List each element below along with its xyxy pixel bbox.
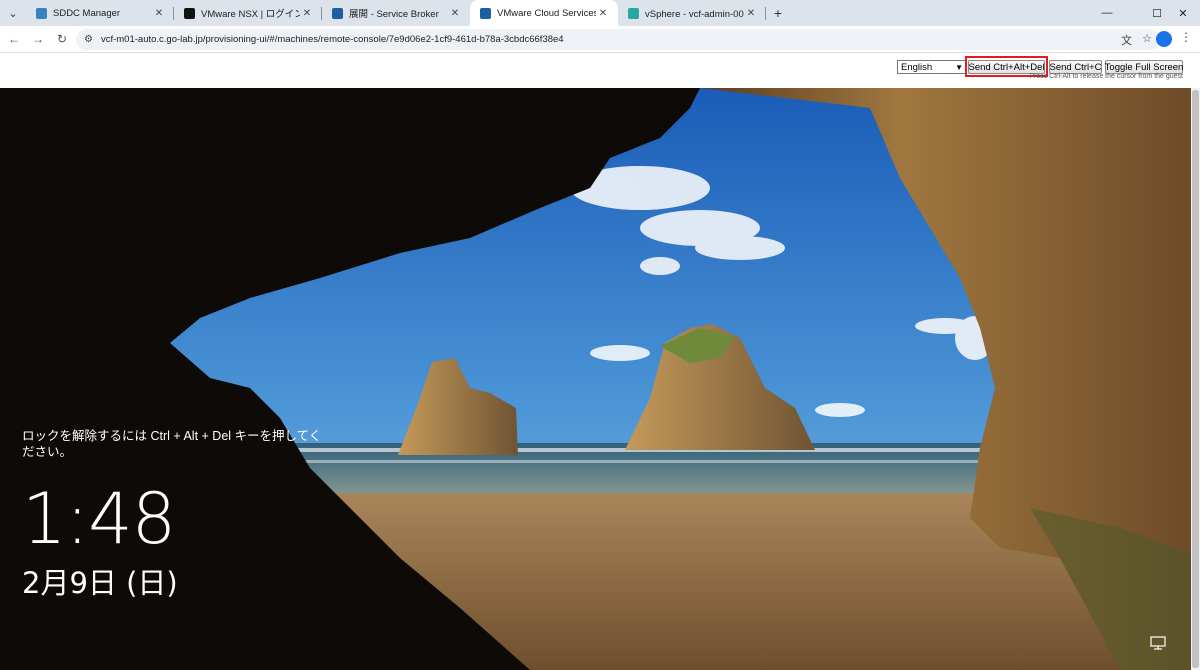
tab-favicon-icon — [36, 7, 47, 19]
lockscreen-date: 2月9日 (日) — [22, 566, 178, 600]
language-selected-value: English — [901, 61, 933, 73]
tab-separator — [765, 7, 766, 20]
lockscreen-time: 1:48 — [22, 478, 176, 560]
chevron-down-icon: ▼ — [955, 62, 963, 72]
tab-title: 展開 - Service Broker — [349, 9, 439, 20]
translate-icon[interactable]: 文 — [1121, 32, 1132, 48]
address-bar: ← → ↻ ⚙ vcf-m01-auto.c.go-lab.jp/provisi… — [0, 26, 1200, 53]
browser-tab-bar: ⌄ SDDC Manager ✕ VMware NSX | ログイン ✕ 展開 - Se… — [0, 0, 1200, 26]
browser-menu-icon[interactable]: ⋮ — [1180, 30, 1192, 44]
tab-close-icon[interactable]: ✕ — [152, 8, 166, 19]
tab-close-icon[interactable]: ✕ — [596, 8, 610, 19]
new-tab-button[interactable]: + — [766, 0, 790, 26]
tab-title: vSphere - vcf-admin-005 - サマ — [645, 9, 744, 20]
scrollbar-thumb[interactable] — [1192, 90, 1199, 668]
keyboard-language-select[interactable]: English ▼ — [897, 60, 967, 74]
console-scrollbar[interactable] — [1191, 88, 1200, 670]
browser-tab[interactable]: VMware Cloud Services ✕ — [470, 0, 618, 26]
site-info-icon[interactable]: ⚙ — [84, 34, 93, 45]
tab-favicon-icon — [480, 7, 491, 19]
browser-tab[interactable]: VMware NSX | ログイン ✕ — [174, 0, 322, 26]
browser-tab[interactable]: 展開 - Service Broker ✕ — [322, 0, 470, 26]
tab-title: VMware NSX | ログイン — [201, 9, 300, 20]
tab-favicon-icon — [628, 7, 639, 19]
browser-tab[interactable]: SDDC Manager ✕ — [26, 0, 174, 26]
tab-title: SDDC Manager — [53, 7, 121, 19]
tab-close-icon[interactable]: ✕ — [744, 8, 758, 19]
profile-avatar-icon[interactable] — [1156, 31, 1172, 47]
lockscreen-wallpaper — [0, 88, 1200, 670]
tab-title: VMware Cloud Services — [497, 7, 596, 19]
network-status-icon[interactable] — [1150, 636, 1166, 650]
tab-favicon-icon — [184, 7, 195, 19]
back-icon[interactable]: ← — [2, 26, 26, 53]
toggle-full-screen-button[interactable]: Toggle Full Screen — [1105, 60, 1183, 74]
url-field[interactable]: ⚙ vcf-m01-auto.c.go-lab.jp/provisioning-… — [76, 29, 1160, 50]
send-ctrl-c-button[interactable]: Send Ctrl+C — [1049, 60, 1102, 74]
tab-favicon-icon — [332, 7, 343, 19]
close-window-icon[interactable]: ✕ — [1166, 0, 1200, 26]
remote-console-screen[interactable]: ロックを解除するには Ctrl + Alt + Del キーを押してください。 … — [0, 88, 1200, 670]
tab-close-icon[interactable]: ✕ — [448, 8, 462, 19]
bookmark-star-icon[interactable]: ☆ — [1142, 32, 1152, 48]
tab-close-icon[interactable]: ✕ — [300, 8, 314, 19]
forward-icon[interactable]: → — [26, 26, 50, 53]
browser-tab[interactable]: vSphere - vcf-admin-005 - サマ✕ — [618, 0, 766, 26]
unlock-instruction-text: ロックを解除するには Ctrl + Alt + Del キーを押してください。 — [22, 429, 322, 459]
url-text: vcf-m01-auto.c.go-lab.jp/provisioning-ui… — [100, 34, 564, 45]
remote-console-toolbar: English ▼ Send Ctrl+Alt+Del Send Ctrl+C … — [0, 54, 1200, 88]
minimize-icon[interactable]: — — [1090, 0, 1124, 26]
reload-icon[interactable]: ↻ — [50, 26, 74, 53]
tab-search-chevron-icon[interactable]: ⌄ — [0, 0, 26, 26]
release-cursor-hint: Press Ctrl-Alt to release the cursor fro… — [1029, 73, 1183, 80]
